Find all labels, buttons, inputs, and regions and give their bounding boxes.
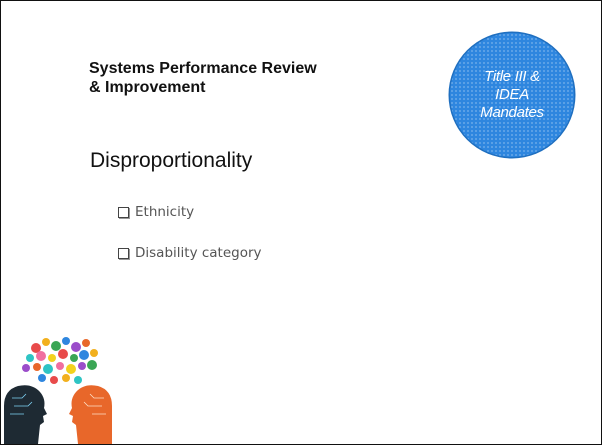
bullet-list: Ethnicity Disability category bbox=[118, 201, 262, 283]
badge-line-2: IDEA bbox=[495, 86, 529, 103]
bullet-item-ethnicity: Ethnicity bbox=[118, 201, 262, 223]
checkbox-icon bbox=[118, 206, 129, 218]
mandates-badge-text: Title III & IDEA Mandates bbox=[462, 68, 562, 122]
checkbox-icon bbox=[118, 247, 129, 259]
bullet-label: Disability category bbox=[135, 245, 262, 261]
badge-line-3: Mandates bbox=[480, 104, 544, 121]
badge-line-1: Title III & bbox=[484, 68, 540, 85]
slide-title-line-1: Systems Performance Review bbox=[89, 60, 317, 77]
slide: Systems Performance Review & Improvement… bbox=[0, 0, 602, 445]
mandates-badge: Title III & IDEA Mandates bbox=[450, 33, 574, 157]
two-heads-ideas-illustration bbox=[4, 337, 112, 444]
slide-title: Systems Performance Review & Improvement bbox=[89, 59, 429, 97]
slide-title-line-2: & Improvement bbox=[89, 79, 206, 96]
idea-bubbles-icon bbox=[22, 337, 98, 384]
bullet-item-disability-category: Disability category bbox=[118, 242, 262, 264]
bullet-label: Ethnicity bbox=[135, 204, 195, 220]
section-heading: Disproportionality bbox=[90, 149, 253, 172]
